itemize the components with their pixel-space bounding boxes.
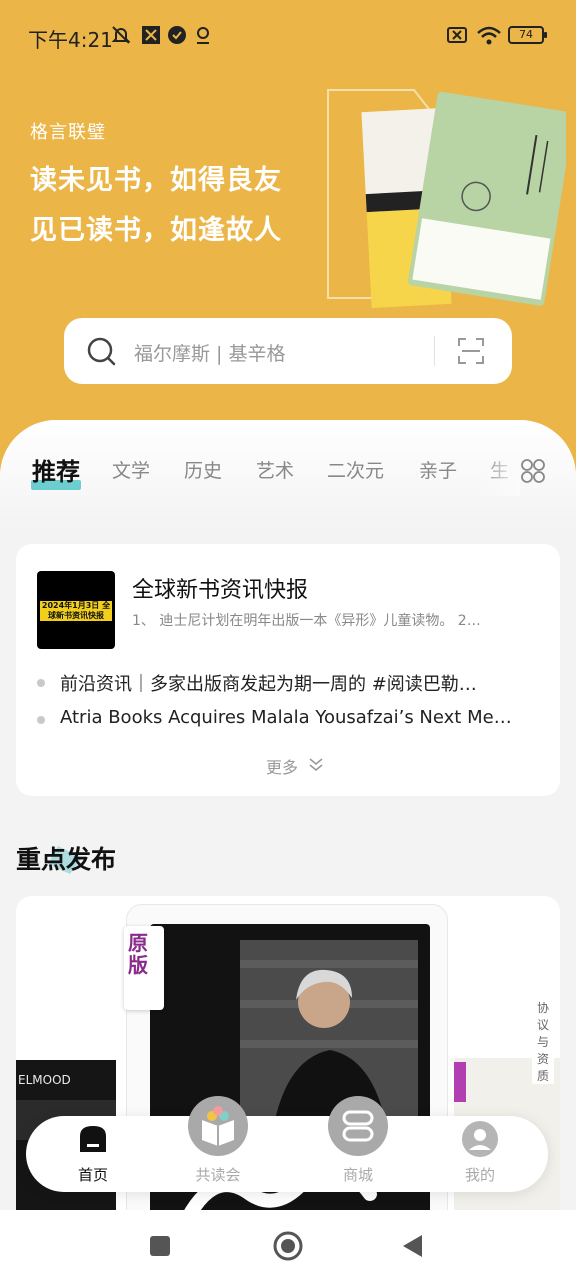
more-button[interactable]: 更多	[266, 754, 298, 778]
news-subtitle: 1、 迪士尼计划在明年出版一本《异形》儿童读物。 2…	[132, 613, 481, 629]
nav-book-club[interactable]: 共读会	[168, 1096, 268, 1192]
search-bar[interactable]: 福尔摩斯 | 基辛格	[64, 318, 512, 384]
category-tabs: 推荐 文学 历史 艺术 二次元 亲子 生	[0, 450, 576, 496]
slogan-line-1: 读未见书，如得良友	[30, 165, 282, 196]
brand-name: 格言联璧	[30, 122, 106, 143]
tab-recommend[interactable]: 推荐	[32, 452, 80, 487]
tab-anime[interactable]: 二次元	[327, 456, 384, 483]
tab-history[interactable]: 历史	[184, 456, 222, 483]
status-bar: 下午4:21 74	[0, 0, 576, 70]
nav-store-label: 商城	[342, 1166, 373, 1184]
store-icon	[328, 1096, 388, 1156]
tab-parenting[interactable]: 亲子	[419, 456, 457, 483]
search-icon	[87, 337, 116, 366]
svg-text:ELMOOD: ELMOOD	[18, 1073, 71, 1087]
section-title: 重点发布	[16, 845, 117, 874]
status-time: 下午4:21	[28, 28, 113, 52]
news-thumbnail-text: 2024年1月3日 全球新书资讯快报	[40, 601, 112, 621]
mute-icon	[111, 26, 131, 44]
bottom-nav: 首页 共读会 商城 我的	[26, 1096, 548, 1192]
nav-profile-label: 我的	[464, 1166, 495, 1184]
nav-store[interactable]: 商城	[308, 1096, 408, 1192]
news-title[interactable]: 全球新书资讯快报	[132, 572, 308, 604]
news-thumbnail: 2024年1月3日 全球新书资讯快报	[37, 571, 115, 649]
chevron-double-down-icon[interactable]	[308, 756, 324, 772]
nav-book-club-label: 共读会	[195, 1166, 241, 1184]
search-divider	[434, 336, 435, 366]
location-icon	[197, 27, 209, 44]
tab-literature[interactable]: 文学	[112, 456, 150, 483]
app-notification-icon	[142, 26, 160, 44]
grid-icon[interactable]	[520, 458, 546, 484]
book-club-icon	[188, 1096, 248, 1156]
battery-icon: 74	[508, 26, 547, 44]
news-list-item[interactable]: 前沿资讯｜多家出版商发起为期一周的 #阅读巴勒…	[36, 670, 546, 696]
tab-art[interactable]: 艺术	[256, 456, 294, 483]
slogan-line-2: 见已读书，如逢故人	[30, 215, 282, 246]
nav-profile[interactable]: 我的	[430, 1116, 530, 1192]
home-button-icon[interactable]	[272, 1230, 304, 1262]
license-link[interactable]: 协议与资质	[532, 1000, 554, 1084]
back-icon[interactable]	[400, 1232, 428, 1260]
verified-icon	[168, 26, 186, 44]
hero-books-illustration	[327, 89, 566, 308]
sim-off-icon	[447, 27, 467, 43]
wifi-icon	[477, 26, 501, 45]
nav-home[interactable]: 首页	[43, 1116, 143, 1192]
profile-icon	[462, 1121, 498, 1157]
system-nav-bar	[0, 1210, 576, 1280]
nav-home-label: 首页	[77, 1166, 108, 1184]
search-input[interactable]: 福尔摩斯 | 基辛格	[134, 339, 285, 366]
news-card[interactable]: 2024年1月3日 全球新书资讯快报 全球新书资讯快报 1、 迪士尼计划在明年出…	[16, 544, 560, 796]
scan-icon[interactable]	[456, 336, 486, 366]
original-edition-badge: 原版	[124, 926, 164, 1010]
recent-apps-icon[interactable]	[146, 1232, 174, 1260]
home-icon	[80, 1126, 106, 1152]
news-list-item[interactable]: Atria Books Acquires Malala Yousafzai’s …	[36, 707, 546, 728]
badge-label: 原版	[128, 931, 148, 977]
